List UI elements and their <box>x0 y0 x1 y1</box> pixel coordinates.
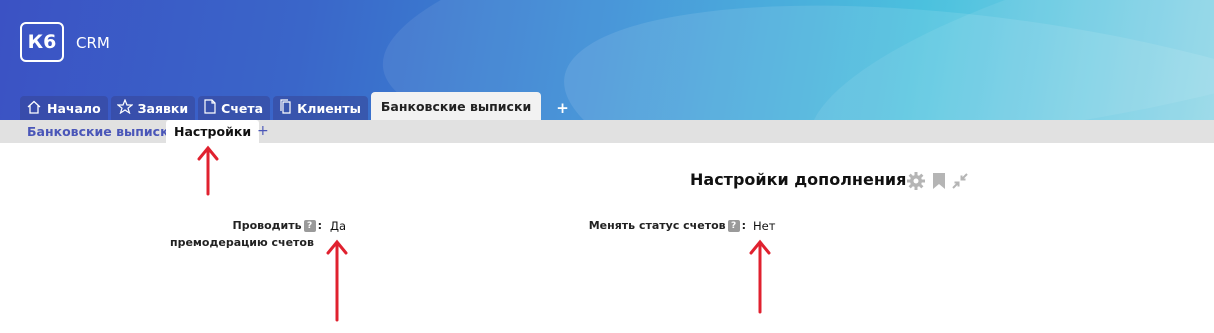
field-value-premoderation[interactable]: Да <box>330 219 346 233</box>
annotation-arrow-up <box>749 239 771 314</box>
field-value-change-status[interactable]: Нет <box>753 219 775 233</box>
star-icon <box>115 98 138 117</box>
subtab-settings[interactable]: Настройки <box>166 120 260 143</box>
field-label-change-status: Менять статус счетов?: <box>588 219 746 232</box>
bookmark-icon[interactable] <box>932 172 946 190</box>
add-subtab-button[interactable]: + <box>257 120 269 143</box>
subtab-bank-statements[interactable]: Банковские выписки <box>27 120 177 143</box>
field-label-premoderation: Проводить?: премодерацию счетов <box>170 219 322 249</box>
tab-label: Заявки <box>137 100 189 116</box>
copy-icon <box>279 99 297 117</box>
panel-toolbar <box>906 171 974 191</box>
tab-label: Клиенты <box>297 100 361 116</box>
tab-label: Счета <box>221 100 264 116</box>
tab-home[interactable]: Начало <box>20 96 108 120</box>
tab-bank-statements[interactable]: Банковские выписки <box>370 92 542 120</box>
collapse-icon[interactable] <box>952 173 968 189</box>
tab-requests[interactable]: Заявки <box>110 96 196 120</box>
document-icon <box>204 99 221 117</box>
tab-invoices[interactable]: Счета <box>198 96 271 120</box>
help-icon[interactable]: ? <box>727 220 740 232</box>
tab-clients[interactable]: Клиенты <box>273 96 368 120</box>
tab-label: Начало <box>47 100 101 116</box>
app-logo[interactable]: К6 <box>20 22 64 62</box>
app-name: CRM <box>76 34 110 52</box>
page-title: Настройки дополнения <box>690 170 907 189</box>
add-tab-button[interactable]: + <box>556 96 569 120</box>
annotation-arrow-up <box>197 145 219 196</box>
help-icon[interactable]: ? <box>303 220 316 232</box>
app-header: К6 CRM Начало Заявки Счета Клиенты Банко… <box>0 0 1214 120</box>
main-tabs: Начало Заявки Счета Клиенты Банковские в… <box>20 90 569 120</box>
tab-label: Банковские выписки <box>380 98 532 114</box>
home-icon <box>26 100 47 117</box>
sub-tabs-bar: Банковские выписки Настройки + <box>0 120 1214 143</box>
gear-icon[interactable] <box>906 171 926 191</box>
annotation-arrow-up <box>326 239 348 322</box>
